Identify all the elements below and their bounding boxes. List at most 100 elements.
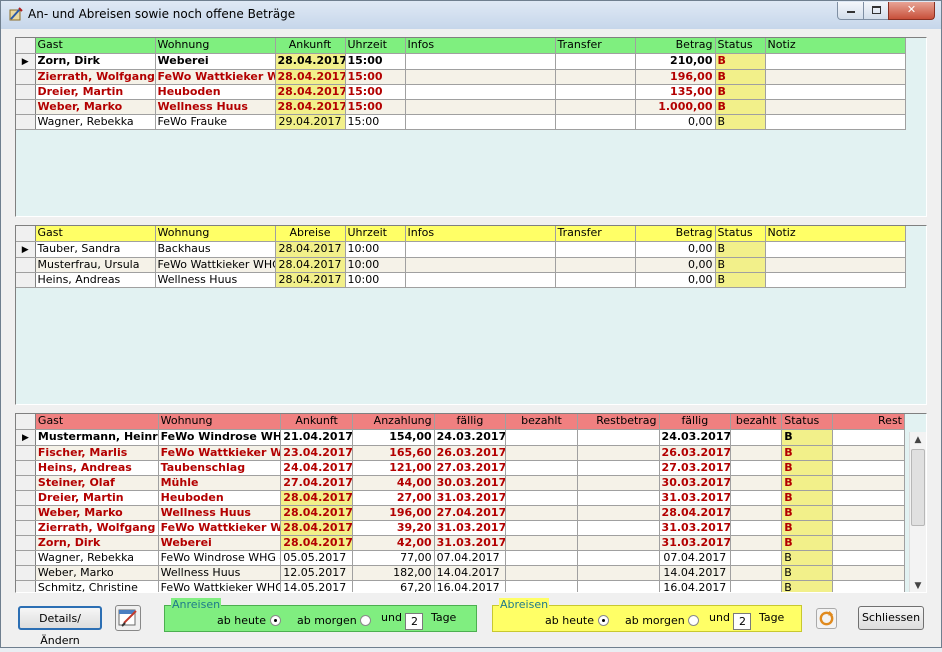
arrivals-tomorrow-radio[interactable] — [360, 615, 372, 626]
row-indicator[interactable] — [16, 550, 36, 566]
table-row[interactable]: Zierrath, Wolfgang FeWo Wattkieker W 28.04… — [16, 69, 906, 85]
table-row[interactable]: Heins, Andreas Wellness Huus 28.04.2017 10:… — [16, 272, 906, 288]
schliessen-button[interactable]: Schliessen — [858, 606, 924, 630]
arrivals-days-input[interactable]: 2 — [405, 613, 424, 630]
wohnung-cell: Wellness Huus — [158, 505, 282, 521]
column-header[interactable]: Status — [781, 414, 834, 430]
row-indicator[interactable]: ▶ — [16, 429, 36, 446]
departures-today-radio[interactable] — [597, 615, 609, 626]
column-header[interactable]: bezahlt — [730, 414, 783, 430]
table-row[interactable]: Zierrath, Wolfgang FeWo Wattkieker W 28.04… — [16, 520, 905, 536]
table-row[interactable]: ▶ Tauber, Sandra Backhaus 28.04.2017 10:00 0,… — [16, 241, 906, 258]
departures-days-input[interactable]: 2 — [733, 613, 752, 630]
column-header[interactable]: Betrag — [635, 38, 716, 54]
row-indicator[interactable] — [16, 460, 36, 476]
row-indicator[interactable] — [16, 565, 36, 581]
table-row[interactable]: ▶ Mustermann, Heinric FeWo Windrose WH 21.0… — [16, 429, 905, 446]
datum-cell: 28.04.2017 — [275, 272, 346, 288]
arrivals-tomorrow-option[interactable]: ab morgen — [297, 614, 372, 627]
column-header[interactable]: Transfer — [555, 38, 636, 54]
table-row[interactable]: Weber, Marko Wellness Huus 28.04.2017 196,0… — [16, 505, 905, 521]
column-header[interactable]: Notiz — [765, 38, 906, 54]
column-header[interactable]: Restbetrag — [577, 414, 660, 430]
edit-calendar-button[interactable] — [115, 605, 141, 631]
scroll-thumb[interactable] — [911, 449, 925, 526]
column-header[interactable]: Transfer — [555, 226, 636, 242]
open-payments-scrollbar[interactable]: ▲ ▼ — [909, 432, 926, 592]
column-header[interactable]: Wohnung — [155, 226, 276, 242]
minimize-button[interactable] — [837, 2, 864, 20]
arrivals-today-option[interactable]: ab heute — [217, 614, 281, 627]
row-indicator[interactable] — [16, 257, 36, 273]
column-header[interactable]: Ankunft — [280, 414, 353, 430]
column-header[interactable]: Infos — [405, 226, 556, 242]
row-indicator[interactable] — [16, 114, 36, 130]
column-header[interactable]: Uhrzeit — [345, 226, 406, 242]
row-indicator[interactable] — [16, 490, 36, 506]
column-header[interactable]: Ankunft — [275, 38, 346, 54]
departures-tomorrow-radio[interactable] — [688, 615, 700, 626]
column-header[interactable]: Gast — [35, 226, 156, 242]
row-indicator[interactable] — [16, 69, 36, 85]
column-header[interactable]: Status — [715, 38, 766, 54]
row-indicator[interactable] — [16, 445, 36, 461]
table-row[interactable]: Fischer, Marlis FeWo Wattkieker W 23.04.20… — [16, 445, 905, 461]
row-indicator[interactable] — [16, 535, 36, 551]
r-cell — [832, 490, 905, 506]
column-header[interactable]: Gast — [35, 414, 159, 430]
scroll-up-icon[interactable]: ▲ — [910, 432, 926, 448]
maximize-button[interactable] — [863, 2, 889, 20]
table-row[interactable]: Schmitz, Christine FeWo Wattkieker WHG 14.… — [16, 580, 905, 592]
column-header[interactable]: bezahlt — [505, 414, 578, 430]
status-cell: B — [715, 257, 766, 273]
column-header[interactable]: Wohnung — [155, 38, 276, 54]
row-indicator[interactable] — [16, 99, 36, 115]
scroll-down-icon[interactable]: ▼ — [910, 578, 926, 592]
departures-today-option[interactable]: ab heute — [545, 614, 609, 627]
table-row[interactable]: Dreier, Martin Heuboden 28.04.2017 15:00 135… — [16, 84, 906, 100]
column-header[interactable]: Infos — [405, 38, 556, 54]
column-header[interactable]: Rest — [832, 414, 905, 430]
column-header[interactable]: Abreise — [275, 226, 346, 242]
refresh-button[interactable] — [816, 608, 837, 629]
table-row[interactable]: ▶ Zorn, Dirk Weberei 28.04.2017 15:00 210,00 B — [16, 53, 906, 70]
arrivals-today-radio[interactable] — [269, 615, 281, 626]
open-payments-table[interactable]: Gast Wohnung Ankunft Anzahlung fällig bezahlt… — [16, 414, 905, 592]
column-header[interactable]: Betrag — [635, 226, 716, 242]
table-row[interactable]: Heins, Andreas Taubenschlag 24.04.2017 121,… — [16, 460, 905, 476]
row-indicator[interactable] — [16, 84, 36, 100]
column-header[interactable]: Wohnung — [158, 414, 282, 430]
row-indicator[interactable]: ▶ — [16, 53, 36, 70]
b1-cell — [505, 429, 578, 446]
table-row[interactable]: Weber, Marko Wellness Huus 12.05.2017 182,0… — [16, 565, 905, 581]
departures-table[interactable]: Gast Wohnung Abreise Uhrzeit Infos Transfer Be… — [16, 226, 906, 288]
close-button[interactable]: ✕ — [888, 2, 935, 20]
row-indicator[interactable] — [16, 272, 36, 288]
r-cell — [832, 535, 905, 551]
column-header[interactable]: fällig — [659, 414, 732, 430]
column-header[interactable]: fällig — [434, 414, 507, 430]
row-indicator[interactable] — [16, 475, 36, 491]
details-button[interactable]: Details/Ändern — [18, 606, 102, 647]
status-cell: B — [715, 99, 766, 115]
column-header[interactable]: Status — [715, 226, 766, 242]
departures-tomorrow-option[interactable]: ab morgen — [625, 614, 700, 627]
row-indicator[interactable] — [16, 505, 36, 521]
row-indicator[interactable]: ▶ — [16, 241, 36, 258]
table-row[interactable]: Dreier, Martin Heuboden 28.04.2017 27,00 31.… — [16, 490, 905, 506]
ankunft-cell: 05.05.2017 — [280, 550, 353, 566]
column-header[interactable]: Gast — [35, 38, 156, 54]
row-indicator[interactable] — [16, 580, 36, 592]
table-row[interactable]: Wagner, Rebekka FeWo Frauke 29.04.2017 15:0… — [16, 114, 906, 130]
table-row[interactable]: Weber, Marko Wellness Huus 28.04.2017 15:00… — [16, 99, 906, 115]
column-header[interactable]: Uhrzeit — [345, 38, 406, 54]
column-header[interactable]: Anzahlung — [352, 414, 435, 430]
column-header[interactable]: Notiz — [765, 226, 906, 242]
title-bar[interactable]: An- und Abreisen sowie noch offene Beträ… — [1, 1, 941, 29]
row-indicator[interactable] — [16, 520, 36, 536]
table-row[interactable]: Zorn, Dirk Weberei 28.04.2017 42,00 31.03.20… — [16, 535, 905, 551]
table-row[interactable]: Wagner, Rebekka FeWo Windrose WHG 4 05.05.… — [16, 550, 905, 566]
table-row[interactable]: Musterfrau, Ursula FeWo Wattkieker WHG 28.… — [16, 257, 906, 273]
table-row[interactable]: Steiner, Olaf Mühle 27.04.2017 44,00 30.03.2… — [16, 475, 905, 491]
arrivals-table[interactable]: Gast Wohnung Ankunft Uhrzeit Infos Transfer Be… — [16, 38, 906, 130]
